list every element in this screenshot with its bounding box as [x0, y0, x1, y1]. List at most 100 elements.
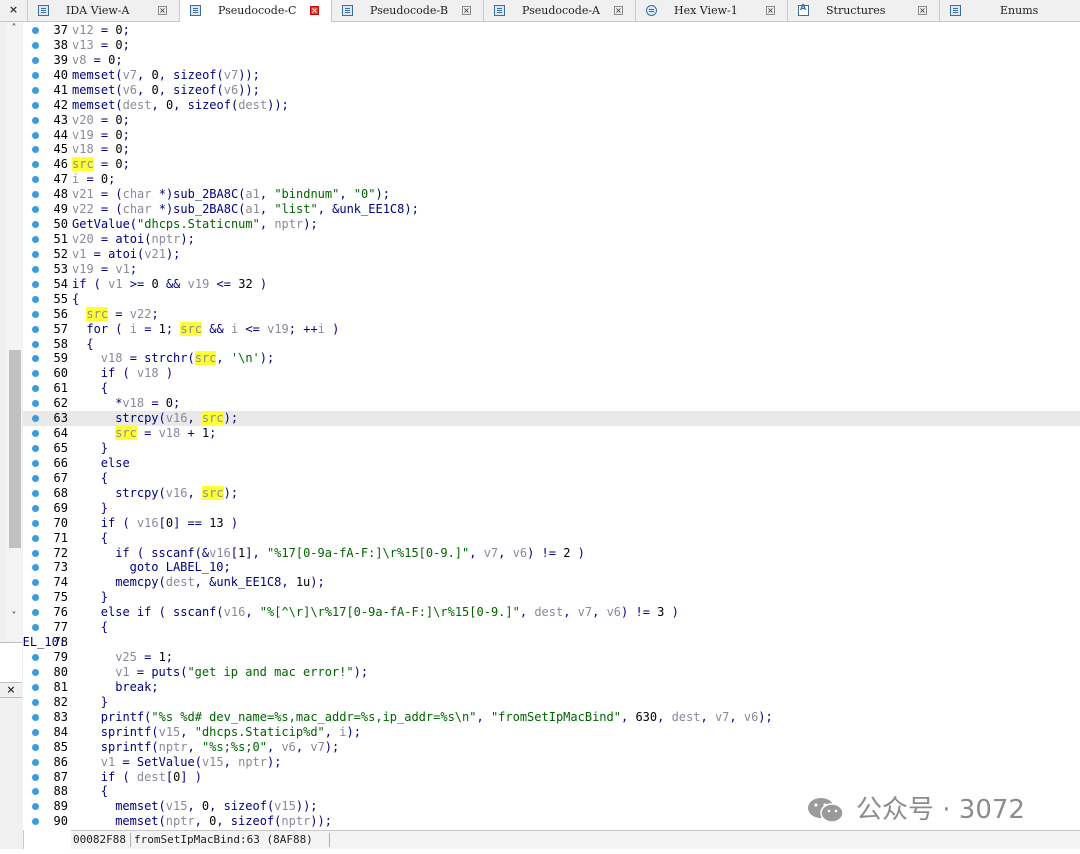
- tab-enums[interactable]: Enums: [940, 0, 1080, 22]
- scroll-down-icon[interactable]: ˅: [9, 610, 19, 624]
- code-line[interactable]: 73 goto LABEL_10;: [23, 560, 1080, 575]
- code-line[interactable]: 41 memset(v6, 0, sizeof(v6));: [23, 83, 1080, 98]
- breakpoint-dot-icon[interactable]: [32, 624, 39, 632]
- breakpoint-dot-icon[interactable]: [32, 549, 39, 557]
- breakpoint-dot-icon[interactable]: [32, 146, 39, 154]
- code-line[interactable]: 59 v18 = strchr(src, '\n');: [23, 351, 1080, 366]
- code-line[interactable]: 69}: [23, 501, 1080, 516]
- code-line[interactable]: 56 src = v22;: [23, 306, 1080, 322]
- code-line[interactable]: 55 {: [23, 292, 1080, 307]
- tab-close-icon[interactable]: ×: [918, 6, 927, 15]
- breakpoint-dot-icon[interactable]: [32, 564, 39, 572]
- code-line[interactable]: 43 v20 = 0;: [23, 113, 1080, 128]
- breakpoint-dot-icon[interactable]: [32, 445, 39, 453]
- code-line[interactable]: 64 src = v18 + 1;: [23, 426, 1080, 441]
- code-line[interactable]: 38 v13 = 0;: [23, 38, 1080, 53]
- code-line[interactable]: 53 v19 = v1;: [23, 262, 1080, 277]
- code-line[interactable]: 66 else: [23, 456, 1080, 471]
- code-line[interactable]: 77 {: [23, 620, 1080, 635]
- code-line[interactable]: 83 printf("%s %d# dev_name=%s,mac_addr=%s…: [23, 710, 1080, 725]
- code-line[interactable]: 81 break;: [23, 680, 1080, 695]
- breakpoint-dot-icon[interactable]: [32, 654, 39, 662]
- tab-close-icon[interactable]: ×: [462, 6, 471, 15]
- tab-ida-view-a[interactable]: IDA View-A ×: [28, 0, 180, 22]
- breakpoint-dot-icon[interactable]: [32, 788, 39, 796]
- code-line[interactable]: 72 if ( sscanf(&v16[1], "%17[0-9a-fA-F:]\…: [23, 546, 1080, 561]
- breakpoint-dot-icon[interactable]: [32, 56, 39, 64]
- breakpoint-dot-icon[interactable]: [32, 534, 39, 542]
- breakpoint-dot-icon[interactable]: [32, 430, 39, 438]
- breakpoint-dot-icon[interactable]: [32, 758, 39, 766]
- breakpoint-dot-icon[interactable]: [32, 459, 39, 467]
- code-line[interactable]: 87 if ( dest[0] ): [23, 770, 1080, 785]
- breakpoint-dot-icon[interactable]: [32, 161, 39, 169]
- code-line[interactable]: 67 {: [23, 471, 1080, 486]
- breakpoint-dot-icon[interactable]: [32, 683, 39, 691]
- code-line[interactable]: 76 else if ( sscanf(v16, "%[^\r]\r%17[0-9…: [23, 605, 1080, 620]
- tab-close-icon[interactable]: ×: [310, 6, 319, 15]
- breakpoint-dot-icon[interactable]: [32, 325, 39, 333]
- code-line[interactable]: 86 v1 = SetValue(v15, nptr);: [23, 755, 1080, 770]
- code-line[interactable]: 51 v20 = atoi(nptr);: [23, 232, 1080, 247]
- tab-close-icon[interactable]: ×: [766, 6, 775, 15]
- breakpoint-dot-icon[interactable]: [32, 355, 39, 363]
- breakpoint-dot-icon[interactable]: [32, 101, 39, 109]
- code-line[interactable]: 62 *v18 = 0;: [23, 396, 1080, 411]
- code-line[interactable]: 42 memset(dest, 0, sizeof(dest));: [23, 98, 1080, 113]
- breakpoint-dot-icon[interactable]: [32, 131, 39, 139]
- code-line[interactable]: 60 if ( v18 ): [23, 366, 1080, 381]
- code-line[interactable]: 80 v1 = puts("get ip and mac error!");: [23, 665, 1080, 680]
- code-line[interactable]: 63 strcpy(v16, src);: [23, 411, 1080, 427]
- code-line[interactable]: 79 v25 = 1;: [23, 650, 1080, 665]
- tab-hex-view-1[interactable]: Hex View-1 ×: [636, 0, 788, 22]
- code-line[interactable]: 75}: [23, 590, 1080, 605]
- breakpoint-dot-icon[interactable]: [32, 27, 39, 34]
- breakpoint-dot-icon[interactable]: [32, 773, 39, 781]
- code-line[interactable]: 48 v21 = (char *)sub_2BA8C(a1, "bindnum",…: [23, 187, 1080, 202]
- code-line[interactable]: 65}: [23, 441, 1080, 456]
- breakpoint-dot-icon[interactable]: [32, 340, 39, 348]
- code-line[interactable]: 58 {: [23, 337, 1080, 352]
- code-line[interactable]: 61 {: [23, 381, 1080, 396]
- vertical-scrollbar[interactable]: ˄ ˅: [6, 22, 22, 642]
- code-line[interactable]: 71 {: [23, 531, 1080, 546]
- breakpoint-dot-icon[interactable]: [32, 250, 39, 258]
- breakpoint-dot-icon[interactable]: [32, 728, 39, 736]
- code-line[interactable]: 70 if ( v16[0] == 13 ): [23, 516, 1080, 531]
- pseudocode-view[interactable]: 37 v12 = 0; 38 v13 = 0; 39 v8 = 0; 40 memset(v7…: [23, 22, 1080, 830]
- code-line[interactable]: 37 v12 = 0;: [23, 23, 1080, 38]
- breakpoint-dot-icon[interactable]: [32, 116, 39, 124]
- code-line[interactable]: 84 sprintf(v15, "dhcps.Staticip%d", i);: [23, 725, 1080, 740]
- breakpoint-dot-icon[interactable]: [32, 579, 39, 587]
- breakpoint-dot-icon[interactable]: [32, 668, 39, 676]
- tab-pseudocode-c[interactable]: Pseudocode-C ×: [180, 0, 332, 23]
- code-line[interactable]: 40 memset(v7, 0, sizeof(v7));: [23, 68, 1080, 83]
- breakpoint-dot-icon[interactable]: [32, 489, 39, 497]
- breakpoint-dot-icon[interactable]: [32, 41, 39, 49]
- breakpoint-dot-icon[interactable]: [32, 713, 39, 721]
- breakpoint-dot-icon[interactable]: [32, 191, 39, 199]
- breakpoint-dot-icon[interactable]: [32, 295, 39, 303]
- breakpoint-dot-icon[interactable]: [32, 71, 39, 79]
- code-line[interactable]: 85 sprintf(nptr, "%s;%s;0", v6, v7);: [23, 740, 1080, 755]
- panel-close-button[interactable]: ×: [0, 682, 22, 698]
- code-line[interactable]: 47 i = 0;: [23, 172, 1080, 187]
- breakpoint-dot-icon[interactable]: [32, 743, 39, 751]
- breakpoint-dot-icon[interactable]: [32, 176, 39, 184]
- breakpoint-dot-icon[interactable]: [32, 594, 39, 602]
- breakpoint-dot-icon[interactable]: [32, 86, 39, 94]
- breakpoint-dot-icon[interactable]: [32, 803, 39, 811]
- breakpoint-dot-icon[interactable]: [32, 280, 39, 288]
- tab-close-icon[interactable]: ×: [158, 6, 167, 15]
- code-line[interactable]: 46 src = 0;: [23, 157, 1080, 172]
- breakpoint-dot-icon[interactable]: [32, 415, 39, 423]
- code-line[interactable]: 49 v22 = (char *)sub_2BA8C(a1, "list", &u…: [23, 202, 1080, 217]
- tab-pseudocode-a[interactable]: Pseudocode-A ×: [484, 0, 636, 22]
- breakpoint-dot-icon[interactable]: [32, 221, 39, 229]
- code-line[interactable]: 68 strcpy(v16, src);: [23, 485, 1080, 501]
- panel-close-button[interactable]: ×: [0, 0, 28, 22]
- code-line[interactable]: 78LABEL_10:: [23, 635, 1080, 650]
- breakpoint-dot-icon[interactable]: [32, 400, 39, 408]
- breakpoint-dot-icon[interactable]: [32, 519, 39, 527]
- code-line[interactable]: 50 GetValue("dhcps.Staticnum", nptr);: [23, 217, 1080, 232]
